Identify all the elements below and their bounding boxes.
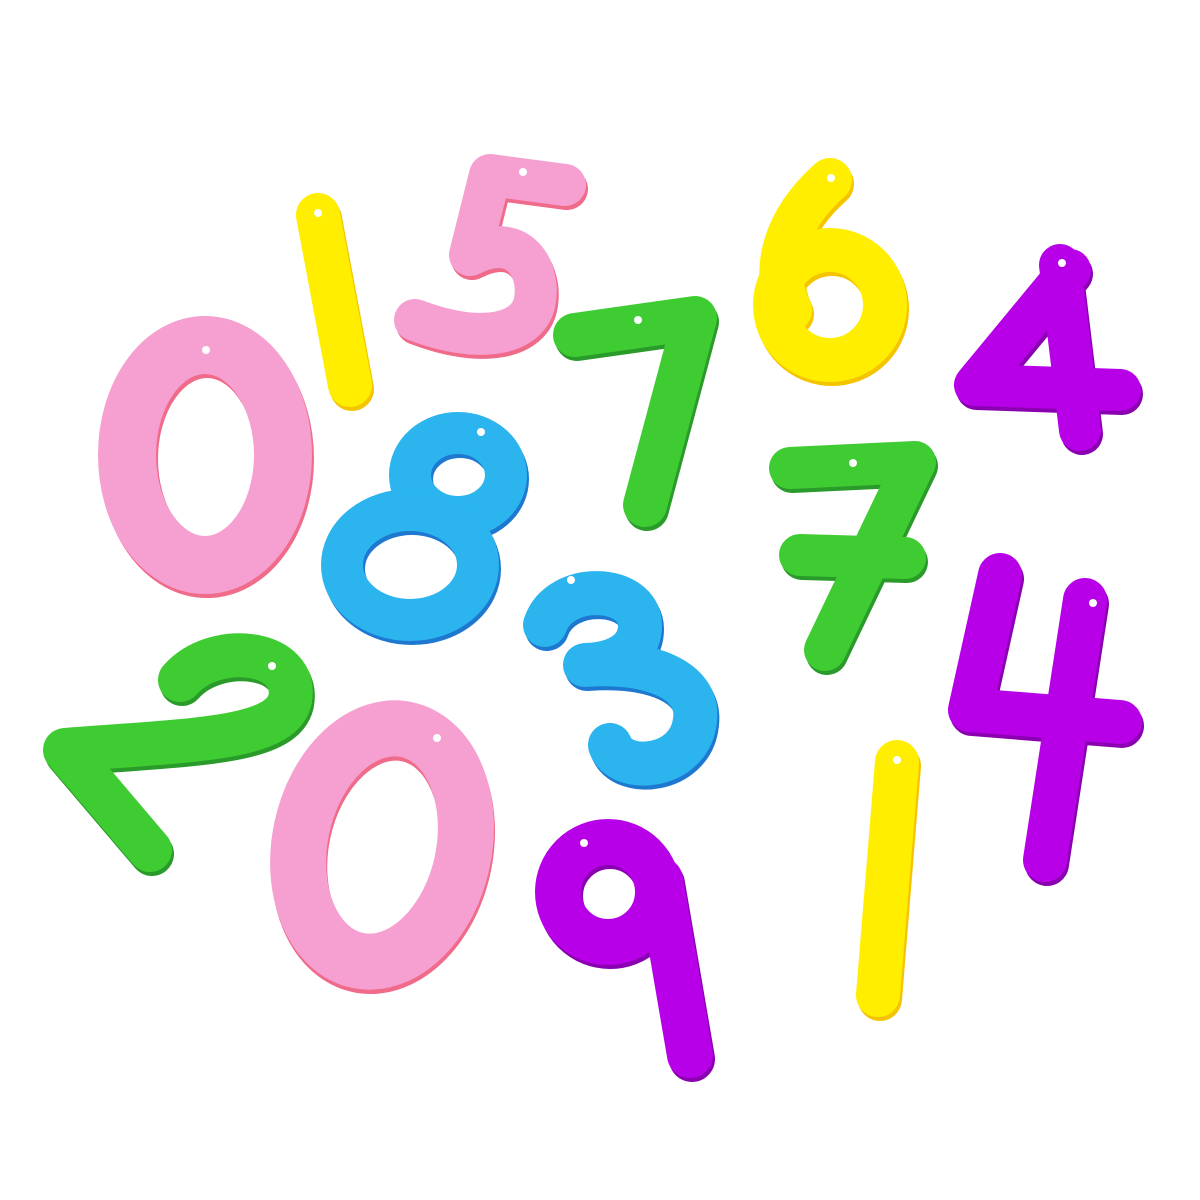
numeral-4-purple-bottom (948, 553, 1144, 886)
numeral-0-pink-bottom (270, 700, 496, 995)
numeral-7-green-middle (769, 441, 938, 675)
numerals-photo (0, 0, 1200, 1200)
numeral-8-blue (321, 412, 529, 645)
numeral-7-green-top (553, 296, 719, 531)
numeral-6-yellow (753, 158, 909, 386)
numeral-3-blue (523, 571, 720, 790)
numeral-4-purple-top (954, 244, 1143, 455)
numeral-1-yellow-bottom (856, 740, 921, 1021)
numeral-9-purple (535, 819, 715, 1082)
numeral-0-pink-top (98, 316, 314, 598)
numeral-1-yellow-top (296, 193, 374, 411)
numeral-5-pink (394, 154, 588, 359)
numerals-illustration (43, 154, 1144, 1082)
numeral-2-green (43, 633, 315, 876)
